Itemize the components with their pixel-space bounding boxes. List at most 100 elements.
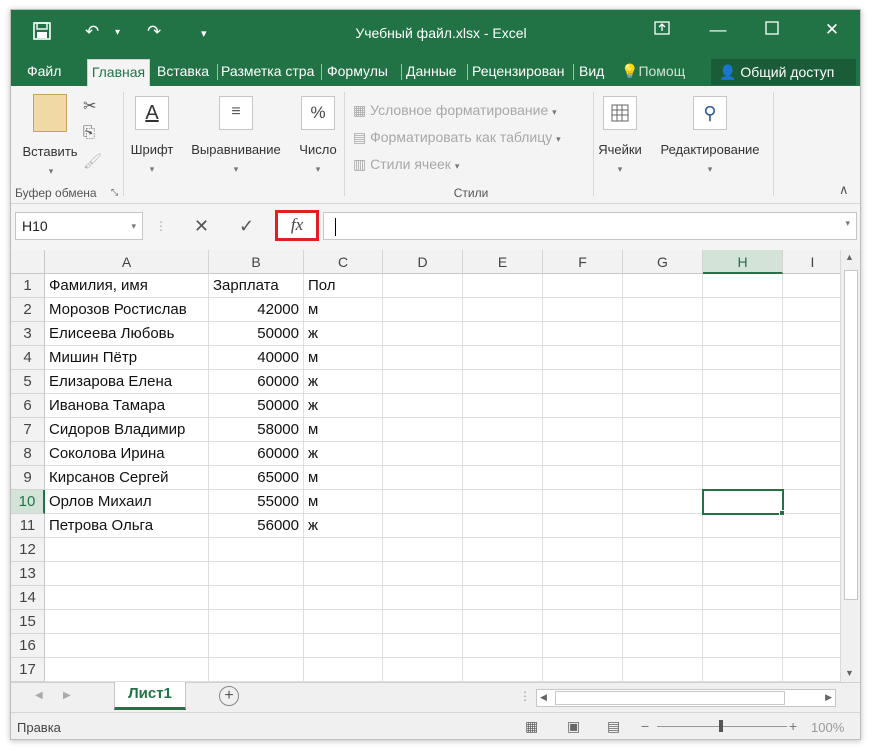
name-box[interactable]: H10 ▾ xyxy=(15,212,143,240)
cell-a4[interactable]: Мишин Пётр xyxy=(45,346,209,370)
cells-dropdown-icon[interactable]: ▾ xyxy=(610,160,630,175)
tab-formulas[interactable]: Формулы xyxy=(327,56,399,86)
cell-a6[interactable]: Иванова Тамара xyxy=(45,394,209,418)
cell-c14[interactable] xyxy=(304,586,383,610)
cell-f2[interactable] xyxy=(543,298,623,322)
cell-i6[interactable] xyxy=(783,394,840,418)
cell-b15[interactable] xyxy=(209,610,304,634)
clipboard-launcher-icon[interactable]: ⤡ xyxy=(111,187,118,198)
cell-b12[interactable] xyxy=(209,538,304,562)
redo-icon[interactable]: ↷ xyxy=(147,22,161,42)
cell-f7[interactable] xyxy=(543,418,623,442)
cell-a8[interactable]: Соколова Ирина xyxy=(45,442,209,466)
cell-i5[interactable] xyxy=(783,370,840,394)
row-header-11[interactable]: 11 xyxy=(11,514,45,538)
cell-c15[interactable] xyxy=(304,610,383,634)
cell-i11[interactable] xyxy=(783,514,840,538)
cancel-icon[interactable]: ✕ xyxy=(194,212,209,240)
cell-c6[interactable]: ж xyxy=(304,394,383,418)
cell-h8[interactable] xyxy=(703,442,783,466)
row-header-8[interactable]: 8 xyxy=(11,442,45,466)
cell-c10[interactable]: м xyxy=(304,490,383,514)
cell-d14[interactable] xyxy=(383,586,463,610)
column-header-d[interactable]: D xyxy=(383,250,463,274)
expand-formula-bar-icon[interactable]: ▾ xyxy=(845,218,850,229)
cell-g15[interactable] xyxy=(623,610,703,634)
row-header-13[interactable]: 13 xyxy=(11,562,45,586)
cell-a10[interactable]: Орлов Михаил xyxy=(45,490,209,514)
cell-i15[interactable] xyxy=(783,610,840,634)
cell-a12[interactable] xyxy=(45,538,209,562)
cell-g1[interactable] xyxy=(623,274,703,298)
font-group-button[interactable]: Шрифт xyxy=(125,142,179,157)
cell-g12[interactable] xyxy=(623,538,703,562)
tab-review[interactable]: Рецензирован xyxy=(472,56,572,86)
cell-f17[interactable] xyxy=(543,658,623,682)
cell-e9[interactable] xyxy=(463,466,543,490)
vertical-scrollbar[interactable]: ▲ ▼ xyxy=(840,250,860,682)
cell-g11[interactable] xyxy=(623,514,703,538)
percent-icon[interactable]: % xyxy=(301,96,335,130)
row-header-4[interactable]: 4 xyxy=(11,346,45,370)
cells-icon[interactable] xyxy=(603,96,637,130)
page-break-view-icon[interactable]: ▤ xyxy=(607,718,620,735)
cell-h6[interactable] xyxy=(703,394,783,418)
cell-i14[interactable] xyxy=(783,586,840,610)
column-header-h[interactable]: H xyxy=(703,250,783,274)
cell-c5[interactable]: ж xyxy=(304,370,383,394)
cell-g13[interactable] xyxy=(623,562,703,586)
cell-a14[interactable] xyxy=(45,586,209,610)
row-header-9[interactable]: 9 xyxy=(11,466,45,490)
cell-e17[interactable] xyxy=(463,658,543,682)
format-as-table-button[interactable]: ▤ Форматировать как таблицу ▾ xyxy=(353,129,561,146)
cell-e11[interactable] xyxy=(463,514,543,538)
cell-e14[interactable] xyxy=(463,586,543,610)
cell-g5[interactable] xyxy=(623,370,703,394)
next-sheet-icon[interactable]: ▶ xyxy=(63,690,71,701)
cell-h16[interactable] xyxy=(703,634,783,658)
cell-e1[interactable] xyxy=(463,274,543,298)
copy-icon[interactable]: ⎘ xyxy=(83,124,95,141)
normal-view-icon[interactable]: ▦ xyxy=(525,718,538,735)
tell-me-search[interactable]: 💡Помощ xyxy=(621,56,707,86)
cell-c2[interactable]: м xyxy=(304,298,383,322)
cell-f5[interactable] xyxy=(543,370,623,394)
enter-icon[interactable]: ✓ xyxy=(239,212,254,240)
row-header-10[interactable]: 10 xyxy=(11,490,45,514)
cell-f1[interactable] xyxy=(543,274,623,298)
cell-b4[interactable]: 40000 xyxy=(209,346,304,370)
tab-home[interactable]: Главная xyxy=(87,59,150,86)
cell-e6[interactable] xyxy=(463,394,543,418)
row-header-3[interactable]: 3 xyxy=(11,322,45,346)
cell-e3[interactable] xyxy=(463,322,543,346)
row-header-15[interactable]: 15 xyxy=(11,610,45,634)
cell-f9[interactable] xyxy=(543,466,623,490)
horizontal-scroll-thumb[interactable] xyxy=(555,691,785,705)
horizontal-scrollbar[interactable]: ◀ ▶ xyxy=(536,689,836,707)
cell-d8[interactable] xyxy=(383,442,463,466)
cell-i13[interactable] xyxy=(783,562,840,586)
cell-g14[interactable] xyxy=(623,586,703,610)
cell-b14[interactable] xyxy=(209,586,304,610)
undo-icon[interactable]: ↶ xyxy=(85,22,99,42)
cells-group-button[interactable]: Ячейки xyxy=(593,142,647,157)
cell-d2[interactable] xyxy=(383,298,463,322)
cell-f15[interactable] xyxy=(543,610,623,634)
cell-a5[interactable]: Елизарова Елена xyxy=(45,370,209,394)
cell-e15[interactable] xyxy=(463,610,543,634)
cell-h13[interactable] xyxy=(703,562,783,586)
cell-a3[interactable]: Елисеева Любовь xyxy=(45,322,209,346)
cell-b7[interactable]: 58000 xyxy=(209,418,304,442)
cell-i3[interactable] xyxy=(783,322,840,346)
zoom-in-icon[interactable]: + xyxy=(789,718,797,734)
tab-data[interactable]: Данные xyxy=(406,56,466,86)
cell-g3[interactable] xyxy=(623,322,703,346)
fill-handle[interactable] xyxy=(779,510,785,516)
search-icon[interactable]: ⚲ xyxy=(693,96,727,130)
cell-d7[interactable] xyxy=(383,418,463,442)
cell-a13[interactable] xyxy=(45,562,209,586)
cell-i16[interactable] xyxy=(783,634,840,658)
cell-b6[interactable]: 50000 xyxy=(209,394,304,418)
cell-c13[interactable] xyxy=(304,562,383,586)
spreadsheet-grid[interactable]: A B C D E F G H I 1 Фамилия, имя Зарплата Пол 2 Морозо… xyxy=(11,250,840,682)
